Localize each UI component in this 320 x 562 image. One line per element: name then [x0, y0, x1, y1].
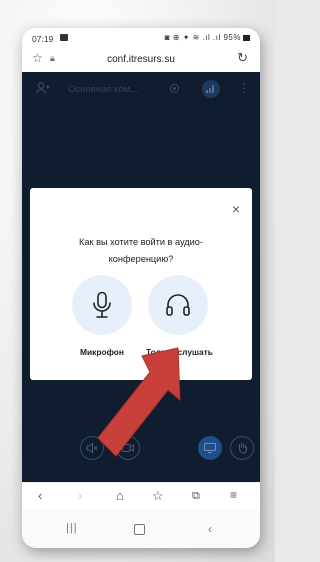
battery-percent: 95% — [223, 33, 241, 42]
reload-icon[interactable]: ↻ — [237, 50, 248, 66]
status-time: 07:19 — [32, 34, 54, 44]
raise-hand-icon[interactable] — [230, 436, 254, 460]
user-list-icon[interactable] — [36, 82, 50, 97]
annotation-arrow — [97, 347, 181, 457]
back-icon[interactable]: ‹ — [38, 488, 42, 503]
home-icon[interactable]: ⌂ — [116, 488, 124, 503]
microphone-option-circle[interactable] — [72, 275, 132, 335]
connection-status-icon[interactable] — [202, 80, 220, 98]
conference-top-bar: Основная ком... ⋮ — [22, 72, 260, 106]
browser-url-bar[interactable]: ☆ 🔒︎ conf.itresurs.su ↻ — [22, 48, 260, 73]
dialog-question: Как вы хотите войти в аудио-конференцию? — [79, 237, 203, 264]
menu-icon[interactable]: ≡ — [230, 488, 237, 502]
headphones-icon — [166, 294, 190, 316]
screen-share-icon[interactable] — [198, 436, 222, 460]
forward-icon[interactable]: › — [78, 488, 82, 503]
url-text[interactable]: conf.itresurs.su — [22, 54, 260, 65]
recording-icon[interactable] — [170, 84, 179, 93]
arrow-shape — [97, 347, 181, 457]
gallery-notification-icon — [60, 34, 68, 41]
status-indicators-text: ◙ ⊕ ✦ ≋ .ıl .ıl — [164, 33, 221, 42]
status-indicators: ◙ ⊕ ✦ ≋ .ıl .ıl 95% — [165, 33, 250, 42]
system-back-icon[interactable]: ‹ — [208, 522, 212, 536]
status-bar: 07:19 ◙ ⊕ ✦ ≋ .ıl .ıl 95% — [22, 28, 260, 48]
listen-only-option-circle[interactable] — [148, 275, 208, 335]
browser-nav-bar: ‹ › ⌂ ☆ ⧉ ≡ — [22, 482, 260, 511]
recent-apps-icon[interactable]: ||| — [66, 522, 78, 534]
more-options-icon[interactable]: ⋮ — [238, 81, 250, 95]
bookmarks-icon[interactable]: ☆ — [152, 488, 164, 504]
tabs-icon[interactable]: ⧉ — [192, 490, 200, 503]
system-nav-bar: ||| ‹ — [22, 510, 260, 548]
battery-icon — [243, 34, 250, 41]
room-name[interactable]: Основная ком... — [68, 84, 138, 95]
microphone-icon — [93, 291, 111, 318]
close-icon[interactable]: × — [232, 202, 240, 216]
system-home-icon[interactable] — [134, 524, 145, 535]
